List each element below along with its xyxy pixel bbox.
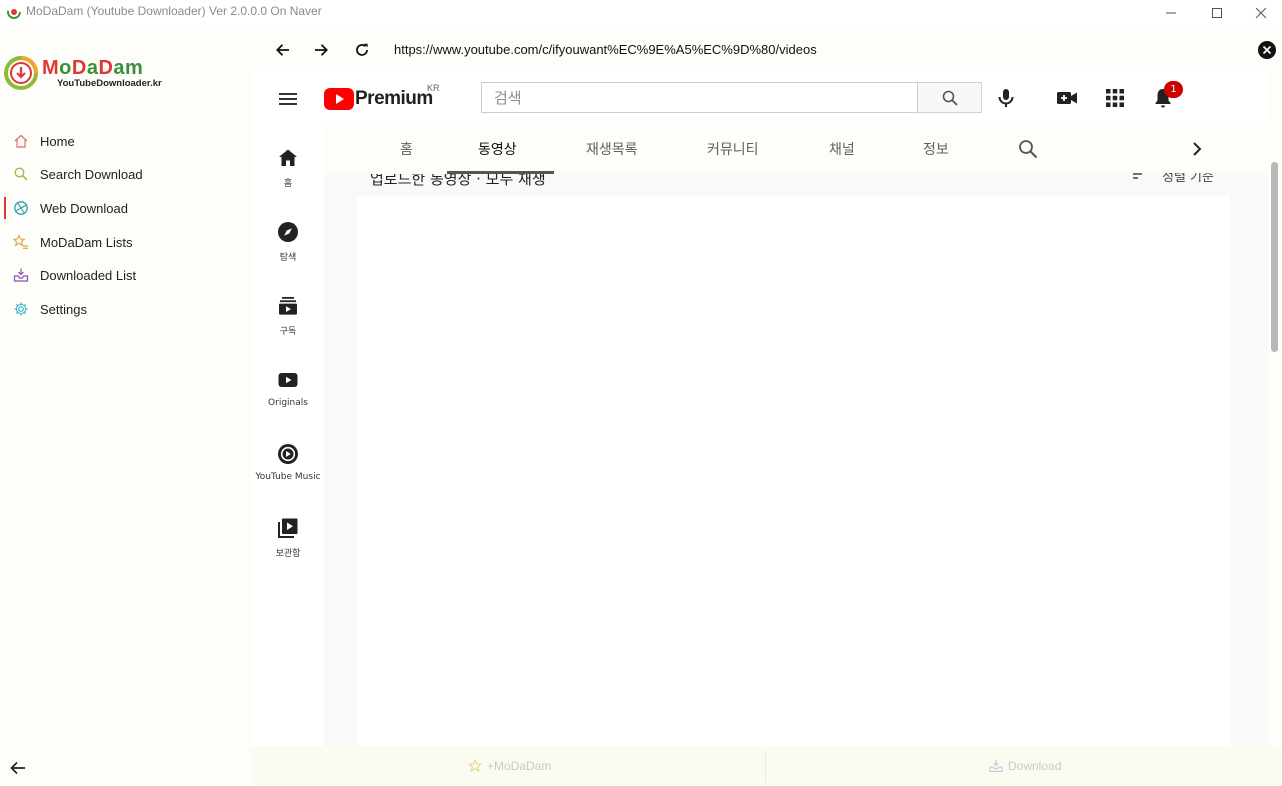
search-icon[interactable]: [1017, 138, 1039, 160]
premium-logo-text: Premium: [355, 88, 433, 109]
sidebar-item-settings[interactable]: Settings: [4, 294, 244, 324]
tab-about[interactable]: 정보: [923, 139, 949, 159]
logo-badge-icon: [4, 56, 38, 90]
subscriptions-icon: [279, 297, 297, 315]
apps-grid-icon[interactable]: [1103, 86, 1127, 110]
sidebar: MoDaDam YouTubeDownloader.kr Home Search…: [0, 26, 249, 786]
sidebar-item-web-download[interactable]: Web Download: [4, 193, 244, 223]
app-window: MoDaDam (Youtube Downloader) Ver 2.0.0.0…: [0, 0, 1282, 786]
guide-item-youtube-music[interactable]: YouTube Music: [252, 442, 324, 502]
create-video-icon[interactable]: [1055, 86, 1079, 110]
youtube-search-input[interactable]: [482, 83, 917, 112]
youtube-premium-logo[interactable]: Premium KR: [324, 83, 454, 112]
inbox-download-icon: [989, 760, 1003, 773]
youtube-play-logo-icon: [324, 88, 354, 110]
tab-community[interactable]: 커뮤니티: [707, 139, 759, 159]
youtube-search-box: [481, 82, 918, 113]
music-icon: [278, 444, 298, 464]
home-icon: [14, 134, 28, 148]
close-icon: [1255, 7, 1267, 19]
guide-item-home[interactable]: 홈: [252, 146, 324, 206]
active-tab-indicator: [447, 171, 554, 174]
search-icon: [942, 90, 958, 106]
sidebar-item-label: Settings: [40, 301, 87, 317]
browser-back-button[interactable]: [272, 39, 294, 61]
sidebar-item-label: Web Download: [40, 200, 128, 216]
browser-toolbar: https://www.youtube.com/c/ifyouwant%EC%9…: [251, 30, 1282, 70]
logo-subtitle: YouTubeDownloader.kr: [57, 78, 162, 89]
youtube-guide-sidebar: 홈 탐색 구독 Originals YouTube Music 보관함: [252, 126, 324, 746]
microphone-icon[interactable]: [994, 86, 1018, 110]
star-list-icon: [13, 234, 28, 249]
guide-item-label: 홈: [283, 179, 293, 189]
scrollbar-thumb[interactable]: [1271, 162, 1278, 352]
guide-item-explore[interactable]: 탐색: [252, 220, 324, 280]
youtube-page: Premium KR 1 홈 탐색: [252, 70, 1268, 746]
sidebar-item-home[interactable]: Home: [4, 126, 244, 156]
search-icon: [14, 167, 28, 181]
sidebar-item-label: Downloaded List: [40, 267, 137, 283]
sidebar-item-search-download[interactable]: Search Download: [4, 159, 244, 189]
tab-videos[interactable]: 동영상: [478, 139, 517, 159]
home-icon: [279, 149, 297, 166]
app-logo-icon: [7, 5, 21, 19]
library-icon: [278, 518, 298, 538]
add-to-modadam-label: +MoDaDam: [487, 759, 552, 773]
youtube-search-button[interactable]: [918, 82, 982, 113]
reload-icon: [356, 43, 368, 56]
guide-item-subscriptions[interactable]: 구독: [252, 294, 324, 354]
guide-item-label: 구독: [279, 327, 297, 337]
minimize-button[interactable]: [1148, 0, 1194, 26]
address-bar[interactable]: https://www.youtube.com/c/ifyouwant%EC%9…: [394, 42, 817, 57]
page-scrollbar[interactable]: [1268, 70, 1282, 746]
back-arrow-icon[interactable]: [8, 758, 28, 778]
tab-home[interactable]: 홈: [400, 139, 413, 159]
guide-item-label: 보관함: [275, 549, 301, 559]
star-icon: [468, 759, 482, 773]
minimize-icon: [1166, 12, 1176, 14]
browser-forward-button[interactable]: [310, 39, 332, 61]
download-button[interactable]: Download: [989, 746, 1061, 786]
tab-channels[interactable]: 채널: [829, 139, 855, 159]
guide-item-label: YouTube Music: [255, 472, 321, 482]
add-to-modadam-button[interactable]: +MoDaDam: [468, 746, 551, 786]
sidebar-item-modadam-lists[interactable]: MoDaDam Lists: [4, 227, 244, 257]
guide-item-label: 탐색: [279, 253, 297, 263]
guide-item-library[interactable]: 보관함: [252, 516, 324, 576]
arrow-left-icon: [276, 44, 289, 56]
arrow-right-icon: [315, 44, 328, 56]
window-title: MoDaDam (Youtube Downloader) Ver 2.0.0.0…: [26, 4, 322, 18]
maximize-icon: [1212, 8, 1222, 18]
globe-icon: [14, 201, 28, 215]
gear-icon: [14, 302, 28, 316]
sidebar-item-label: Home: [40, 133, 75, 149]
guide-item-originals[interactable]: Originals: [252, 368, 324, 428]
close-window-button[interactable]: [1238, 0, 1282, 26]
close-page-icon[interactable]: [1257, 40, 1277, 60]
sidebar-item-label: Search Download: [40, 166, 143, 182]
tab-playlists[interactable]: 재생목록: [586, 139, 638, 159]
originals-icon: [278, 373, 298, 387]
maximize-button[interactable]: [1194, 0, 1240, 26]
download-label: Download: [1008, 759, 1062, 773]
youtube-header: Premium KR 1: [252, 70, 1268, 126]
region-code: KR: [427, 83, 440, 93]
hamburger-menu-icon[interactable]: [276, 87, 300, 111]
browser-reload-button[interactable]: [351, 39, 373, 61]
sidebar-item-label: MoDaDam Lists: [40, 234, 133, 250]
video-grid-area: [357, 196, 1230, 746]
compass-icon: [278, 222, 298, 242]
chevron-right-icon[interactable]: [1186, 138, 1208, 160]
divider: [765, 750, 766, 782]
sidebar-item-downloaded-list[interactable]: Downloaded List: [4, 260, 244, 290]
modadam-logo: MoDaDam YouTubeDownloader.kr: [4, 56, 174, 92]
inbox-download-icon: [13, 268, 29, 282]
logo-text: MoDaDam: [42, 57, 144, 79]
guide-item-label: Originals: [268, 398, 308, 408]
channel-tabs: 홈 동영상 재생목록 커뮤니티 채널 정보: [324, 126, 1268, 174]
notification-count-badge: 1: [1164, 81, 1183, 98]
bottom-action-bar: +MoDaDam Download: [251, 746, 1282, 786]
title-bar: MoDaDam (Youtube Downloader) Ver 2.0.0.0…: [0, 0, 1282, 26]
